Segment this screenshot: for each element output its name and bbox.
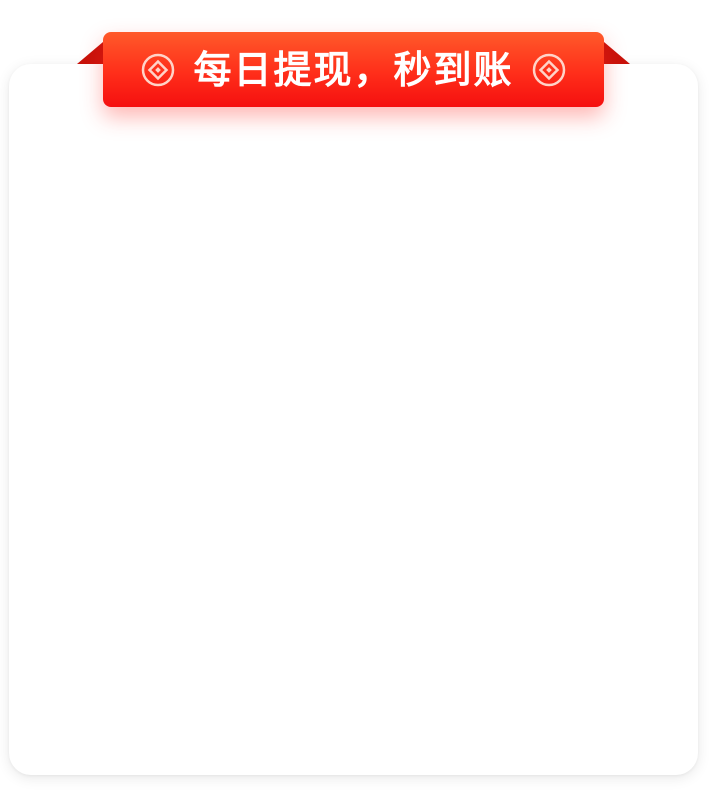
banner-ribbon: 每日提现，秒到账 — [103, 32, 604, 107]
coin-diamond-icon — [532, 53, 566, 87]
banner-title: 每日提现，秒到账 — [193, 47, 514, 92]
content-card — [9, 64, 698, 775]
ribbon-fold-right — [604, 42, 630, 64]
ribbon-fold-left — [77, 42, 103, 64]
withdraw-card-container: 每日提现，秒到账 — [0, 0, 709, 791]
coin-diamond-icon — [141, 53, 175, 87]
